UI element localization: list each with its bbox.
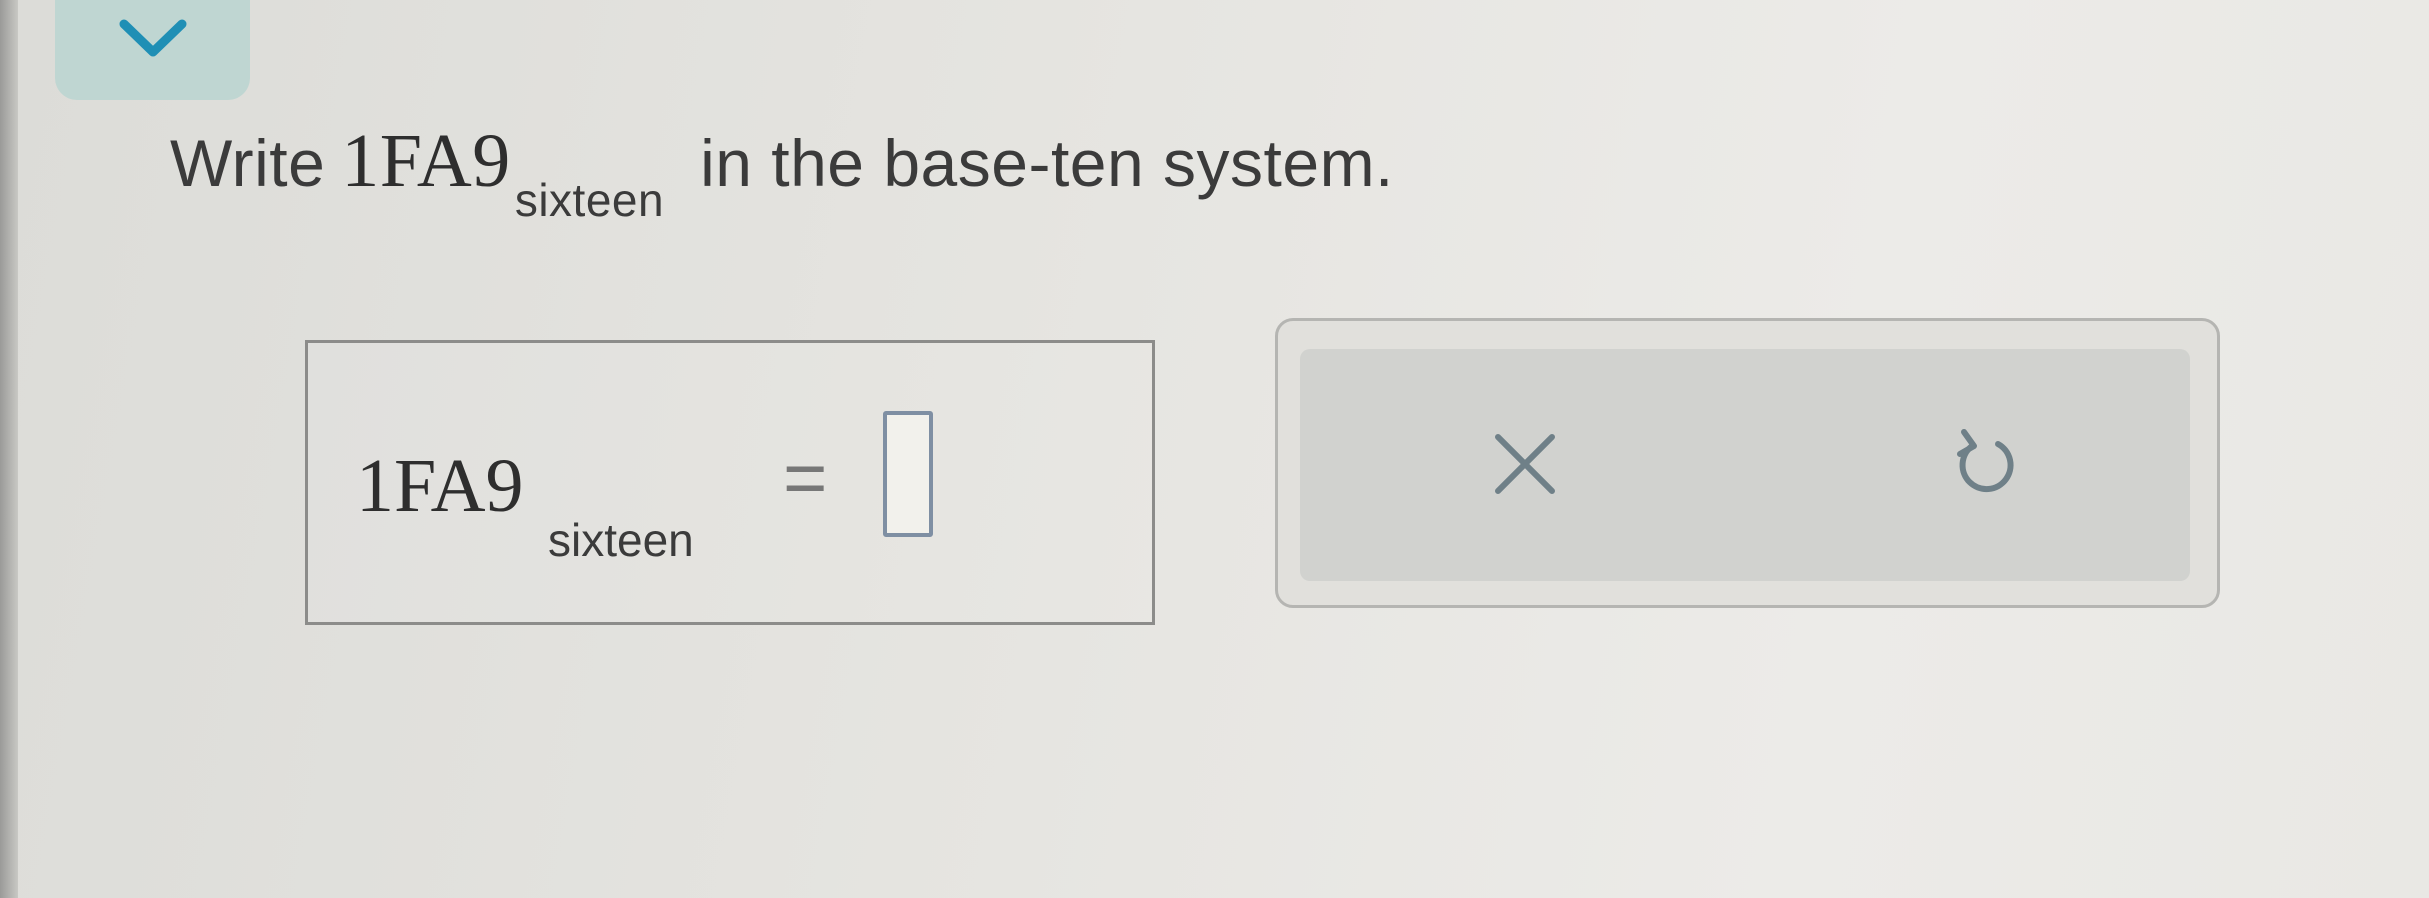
tools-bar <box>1300 349 2190 581</box>
question-prefix: Write <box>170 126 326 200</box>
question-base-subscript: sixteen <box>514 174 665 226</box>
undo-button[interactable] <box>1930 409 2040 519</box>
question-text: Write 1FA9sixteen in the base-ten system. <box>170 118 1394 226</box>
undo-icon <box>1957 429 2014 493</box>
equals-sign: = <box>783 436 828 521</box>
collapse-toggle-button[interactable] <box>55 0 250 100</box>
tools-panel <box>1275 318 2220 608</box>
question-number: 1FA9 <box>341 119 511 203</box>
question-suffix: in the base-ten system. <box>700 126 1394 200</box>
screen-edge <box>0 0 18 898</box>
clear-button[interactable] <box>1470 409 1580 519</box>
answer-number: 1FA9 <box>356 444 524 528</box>
answer-base-subscript: sixteen <box>548 514 694 566</box>
answer-input[interactable] <box>883 411 933 537</box>
chevron-down-icon <box>119 19 186 57</box>
close-icon <box>1495 434 1555 494</box>
answer-area: 1FA9 sixteen = <box>305 340 1155 625</box>
